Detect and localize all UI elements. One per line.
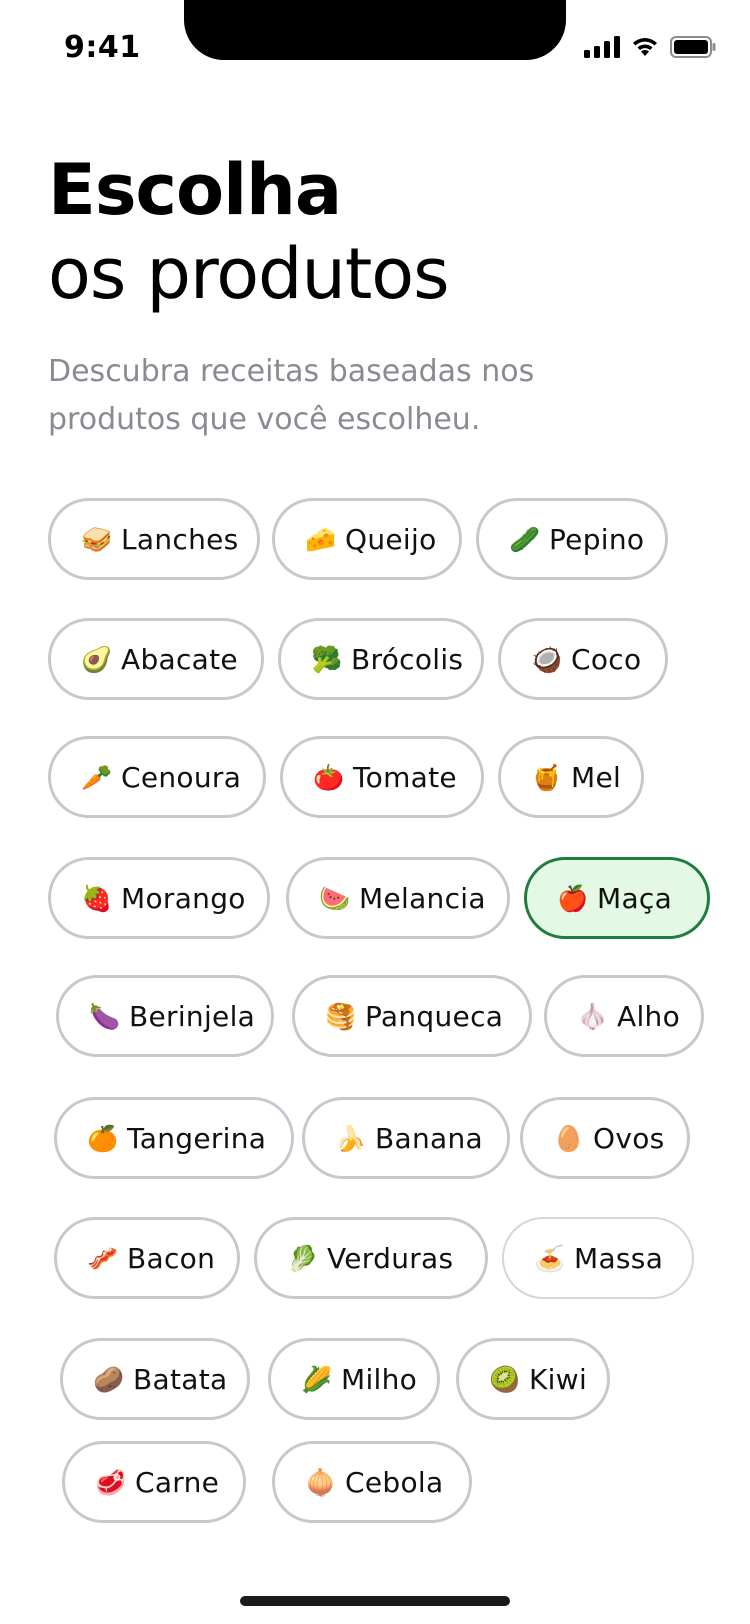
bacon-icon: 🥓 (87, 1243, 119, 1273)
chip-ovos[interactable]: 🥚 Ovos (520, 1097, 690, 1179)
chip-label: Berinjela (129, 999, 256, 1033)
chip-label: Morango (121, 881, 246, 915)
kiwi-icon: 🥝 (489, 1364, 521, 1394)
strawberry-icon: 🍓 (81, 883, 113, 913)
watermelon-icon: 🍉 (319, 883, 351, 913)
chip-label: Lanches (121, 522, 239, 556)
chip-milho[interactable]: 🌽 Milho (268, 1338, 440, 1420)
corn-icon: 🌽 (301, 1364, 333, 1394)
chip-label: Tomate (353, 760, 457, 794)
carrot-icon: 🥕 (81, 762, 113, 792)
chip-label: Massa (574, 1241, 664, 1275)
garlic-icon: 🧄 (577, 1001, 609, 1031)
apple-icon: 🍎 (557, 883, 589, 913)
honey-pot-icon: 🍯 (531, 762, 563, 792)
eggplant-icon: 🍆 (89, 1001, 121, 1031)
chip-label: Pepino (549, 522, 645, 556)
chip-label: Batata (133, 1362, 228, 1396)
chip-pepino[interactable]: 🥒 Pepino (476, 498, 668, 580)
chip-cebola[interactable]: 🧅 Cebola (272, 1441, 472, 1523)
chip-label: Brócolis (351, 642, 464, 676)
chip-label: Maça (597, 881, 673, 915)
chip-maca-selected[interactable]: 🍎 Maça (524, 857, 710, 939)
egg-icon: 🥚 (553, 1123, 585, 1153)
chip-banana[interactable]: 🍌 Banana (302, 1097, 510, 1179)
cucumber-icon: 🥒 (509, 524, 541, 554)
chip-melancia[interactable]: 🍉 Melancia (286, 857, 510, 939)
avocado-icon: 🥑 (81, 644, 113, 674)
tangerine-icon: 🍊 (87, 1123, 119, 1153)
spaghetti-icon: 🍝 (534, 1243, 566, 1273)
chip-label: Bacon (127, 1241, 216, 1275)
chip-label: Ovos (593, 1121, 665, 1155)
chip-label: Kiwi (529, 1362, 588, 1396)
broccoli-icon: 🥦 (311, 644, 343, 674)
chip-queijo[interactable]: 🧀 Queijo (272, 498, 462, 580)
chip-abacate[interactable]: 🥑 Abacate (48, 618, 264, 700)
chip-label: Tangerina (127, 1121, 267, 1155)
banana-icon: 🍌 (335, 1123, 367, 1153)
chip-berinjela[interactable]: 🍆 Berinjela (56, 975, 274, 1057)
sandwich-icon: 🥪 (81, 524, 113, 554)
chip-mel[interactable]: 🍯 Mel (498, 736, 644, 818)
cheese-icon: 🧀 (305, 524, 337, 554)
chip-label: Melancia (359, 881, 486, 915)
chip-morango[interactable]: 🍓 Morango (48, 857, 270, 939)
product-chip-list: 🥪 Lanches 🧀 Queijo 🥒 Pepino 🥑 Abacate 🥦 … (0, 0, 750, 1624)
meat-icon: 🥩 (95, 1467, 127, 1497)
chip-label: Carne (135, 1465, 220, 1499)
chip-label: Coco (571, 642, 642, 676)
chip-label: Alho (617, 999, 681, 1033)
chip-label: Cebola (345, 1465, 444, 1499)
leafy-greens-icon: 🥬 (287, 1243, 319, 1273)
chip-label: Mel (571, 760, 622, 794)
chip-label: Milho (341, 1362, 418, 1396)
chip-kiwi[interactable]: 🥝 Kiwi (456, 1338, 610, 1420)
coconut-icon: 🥥 (531, 644, 563, 674)
chip-massa[interactable]: 🍝 Massa (502, 1217, 694, 1299)
chip-label: Banana (375, 1121, 483, 1155)
chip-label: Queijo (345, 522, 437, 556)
chip-label: Verduras (327, 1241, 454, 1275)
chip-lanches[interactable]: 🥪 Lanches (48, 498, 260, 580)
chip-brocolis[interactable]: 🥦 Brócolis (278, 618, 484, 700)
chip-label: Panqueca (365, 999, 504, 1033)
chip-bacon[interactable]: 🥓 Bacon (54, 1217, 240, 1299)
chip-batata[interactable]: 🥔 Batata (60, 1338, 250, 1420)
chip-coco[interactable]: 🥥 Coco (498, 618, 668, 700)
chip-panqueca[interactable]: 🥞 Panqueca (292, 975, 532, 1057)
home-indicator[interactable] (240, 1596, 510, 1606)
chip-label: Cenoura (121, 760, 242, 794)
chip-tomate[interactable]: 🍅 Tomate (280, 736, 484, 818)
chip-tangerina[interactable]: 🍊 Tangerina (54, 1097, 294, 1179)
chip-carne[interactable]: 🥩 Carne (62, 1441, 246, 1523)
potato-icon: 🥔 (93, 1364, 125, 1394)
chip-label: Abacate (121, 642, 238, 676)
onion-icon: 🧅 (305, 1467, 337, 1497)
tomato-icon: 🍅 (313, 762, 345, 792)
chip-cenoura[interactable]: 🥕 Cenoura (48, 736, 266, 818)
chip-alho[interactable]: 🧄 Alho (544, 975, 704, 1057)
chip-verduras[interactable]: 🥬 Verduras (254, 1217, 488, 1299)
pancakes-icon: 🥞 (325, 1001, 357, 1031)
